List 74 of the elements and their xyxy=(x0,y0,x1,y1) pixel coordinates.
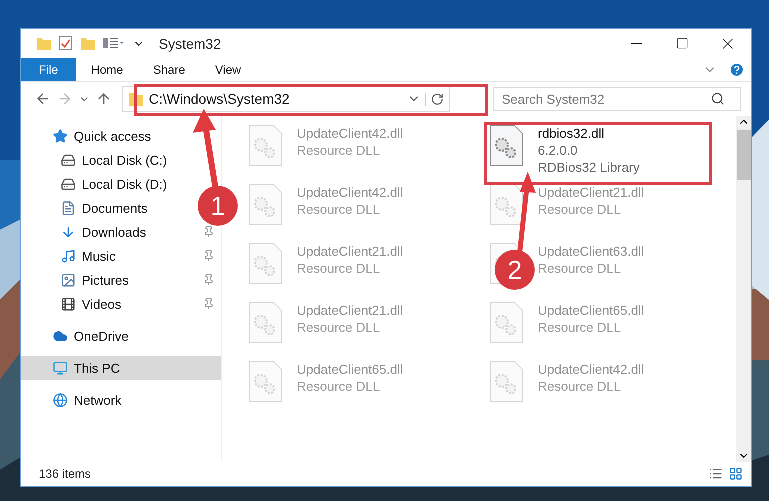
file-name: rdbios32.dll xyxy=(538,125,606,142)
large-icons-view-icon[interactable] xyxy=(729,467,743,481)
document-icon xyxy=(61,200,76,216)
item-count: 136 items xyxy=(39,467,92,481)
file-detail: Resource DLL xyxy=(297,142,382,159)
file-detail: Resource DLL xyxy=(538,201,622,218)
nav-item[interactable]: Local Disk (C:) xyxy=(55,148,174,172)
file-detail: Resource DLL xyxy=(538,378,622,395)
back-icon[interactable] xyxy=(35,91,51,107)
gear-file-icon xyxy=(249,125,283,167)
ribbon-tab[interactable]: Home xyxy=(76,58,138,81)
nav-item[interactable]: Downloads xyxy=(55,220,152,244)
details-view-icon[interactable] xyxy=(709,467,723,481)
file-name: UpdateClient42.dll xyxy=(297,125,404,142)
search-field[interactable]: Search System32 xyxy=(493,87,741,111)
nav-item[interactable]: This PC xyxy=(21,356,221,380)
cloud-icon xyxy=(53,328,68,344)
network-icon xyxy=(53,392,68,408)
help-icon[interactable] xyxy=(729,62,745,78)
file-name: UpdateClient42.dll xyxy=(538,361,644,378)
gear-file-icon xyxy=(249,184,283,226)
file-name: UpdateClient21.dll xyxy=(297,302,404,319)
computer-icon xyxy=(53,360,68,376)
folder-icon xyxy=(37,37,51,50)
ribbon-tab[interactable]: View xyxy=(200,58,256,81)
scroll-thumb[interactable] xyxy=(736,130,750,180)
maximize-icon xyxy=(676,37,688,50)
ribbon-tab[interactable]: Share xyxy=(138,58,200,81)
minimize-icon xyxy=(630,43,642,44)
ribbon-tab[interactable]: File xyxy=(21,58,76,81)
window-title: System32 xyxy=(159,36,222,52)
music-icon xyxy=(61,248,76,264)
file-name: UpdateClient21.dll xyxy=(297,243,404,260)
gear-file-icon xyxy=(249,302,283,344)
drive-icon xyxy=(61,176,76,192)
properties-icon xyxy=(59,36,73,51)
file-name: UpdateClient65.dll xyxy=(538,302,644,319)
new-folder-icon xyxy=(81,37,95,50)
file-detail: Resource DLL xyxy=(297,201,382,218)
star-icon xyxy=(53,128,68,144)
file-detail: Resource DLL xyxy=(538,260,622,277)
view-options-icon xyxy=(103,37,125,50)
nav-item[interactable]: Network xyxy=(47,388,128,412)
pictures-icon xyxy=(61,272,76,288)
gear-file-icon xyxy=(249,243,283,285)
file-name: UpdateClient42.dll xyxy=(297,184,404,201)
file-detail: Resource DLL xyxy=(297,319,382,336)
gear-file-icon xyxy=(490,125,524,167)
file-detail: Resource DLL xyxy=(297,260,382,277)
nav-item[interactable]: Quick access xyxy=(47,124,158,148)
nav-item[interactable]: Videos xyxy=(55,292,128,316)
film-icon xyxy=(61,296,76,312)
search-icon xyxy=(711,92,725,106)
drive-icon xyxy=(61,152,76,168)
file-detail: Resource DLL xyxy=(297,378,382,395)
file-detail: RDBios32 Library xyxy=(538,159,640,176)
file-detail: 6.2.0.0 xyxy=(538,142,579,159)
gear-file-icon xyxy=(490,302,524,344)
nav-item[interactable]: Documents xyxy=(55,196,154,220)
gear-file-icon xyxy=(490,361,524,403)
address-path: C:\Windows\System32 xyxy=(149,91,291,107)
file-name: UpdateClient65.dll xyxy=(297,361,404,378)
download-icon xyxy=(61,224,76,240)
up-icon[interactable] xyxy=(96,91,112,107)
nav-item[interactable]: Local Disk (D:) xyxy=(55,172,174,196)
scrollbar[interactable] xyxy=(736,116,751,462)
nav-item[interactable]: Music xyxy=(55,244,122,268)
file-name: UpdateClient63.dll xyxy=(538,243,644,260)
nav-item[interactable]: OneDrive xyxy=(47,324,135,348)
gear-file-icon xyxy=(249,361,283,403)
nav-item[interactable]: Pictures xyxy=(55,268,135,292)
file-name: UpdateClient21.dll xyxy=(538,184,644,201)
gear-file-icon xyxy=(490,184,524,226)
file-detail: Resource DLL xyxy=(538,319,622,336)
